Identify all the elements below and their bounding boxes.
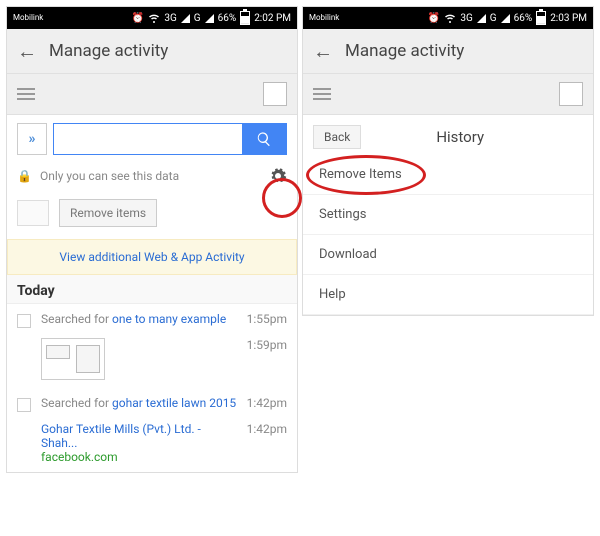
item-time: 1:55pm bbox=[247, 312, 287, 326]
carrier-label: Mobilink bbox=[13, 14, 43, 22]
toolbar bbox=[303, 74, 593, 115]
clock-time: 2:03 PM bbox=[550, 13, 587, 24]
app-bar: ← Manage activity bbox=[303, 29, 593, 74]
activity-item[interactable]: Searched for one to many example 1:55pm bbox=[7, 304, 297, 336]
signal-icon-2 bbox=[205, 14, 214, 23]
menu-item-download[interactable]: Download bbox=[303, 235, 593, 275]
privacy-row: 🔒 Only you can see this data bbox=[7, 163, 297, 193]
toolbar bbox=[7, 74, 297, 115]
promo-banner[interactable]: View additional Web & App Activity bbox=[7, 239, 297, 275]
status-bar: Mobilink ⏰ 3G G 66% 2:03 PM bbox=[303, 7, 593, 29]
lock-icon: 🔒 bbox=[17, 169, 32, 183]
select-all-checkbox[interactable] bbox=[17, 200, 49, 226]
search-box bbox=[53, 123, 287, 155]
section-today: Today bbox=[7, 275, 297, 304]
activity-item[interactable]: Searched for gohar textile lawn 2015 1:4… bbox=[7, 388, 297, 420]
search-row: » bbox=[7, 115, 297, 163]
battery-icon bbox=[240, 11, 250, 25]
signal-icon bbox=[181, 14, 190, 23]
activity-item[interactable]: 1:59pm bbox=[7, 336, 297, 388]
screenshot-left: Mobilink ⏰ 3G G 66% 2:02 PM ← Manage act… bbox=[6, 6, 298, 473]
item-time: 1:42pm bbox=[247, 422, 287, 436]
remove-items-button[interactable]: Remove items bbox=[59, 199, 157, 227]
alarm-icon: ⏰ bbox=[428, 13, 440, 24]
wifi-icon bbox=[148, 12, 160, 24]
back-arrow-icon[interactable]: ← bbox=[313, 39, 333, 64]
battery-percent: 66% bbox=[218, 13, 237, 24]
page-title: Manage activity bbox=[345, 41, 464, 61]
network-3g-label: 3G bbox=[164, 13, 176, 24]
item-body: Searched for one to many example bbox=[41, 312, 239, 326]
signal-icon bbox=[477, 14, 486, 23]
menu-back-button[interactable]: Back bbox=[313, 125, 361, 149]
network-g-label: G bbox=[490, 13, 497, 24]
item-time: 1:59pm bbox=[247, 338, 287, 352]
search-input[interactable] bbox=[54, 124, 242, 154]
item-time: 1:42pm bbox=[247, 396, 287, 410]
account-box[interactable] bbox=[559, 82, 583, 106]
page-title: Manage activity bbox=[49, 41, 168, 61]
promo-link[interactable]: View additional Web & App Activity bbox=[59, 250, 244, 264]
hamburger-icon[interactable] bbox=[313, 88, 331, 100]
privacy-text: Only you can see this data bbox=[40, 169, 269, 183]
menu-title: History bbox=[377, 128, 583, 146]
item-body: Searched for gohar textile lawn 2015 bbox=[41, 396, 239, 410]
menu-item-settings[interactable]: Settings bbox=[303, 195, 593, 235]
search-icon bbox=[256, 131, 272, 147]
bulk-actions-row: Remove items bbox=[7, 193, 297, 233]
signal-icon-2 bbox=[501, 14, 510, 23]
battery-icon bbox=[536, 11, 546, 25]
back-arrow-icon[interactable]: ← bbox=[17, 39, 37, 64]
item-checkbox[interactable] bbox=[17, 314, 31, 328]
menu-item-help[interactable]: Help bbox=[303, 275, 593, 315]
carrier-label: Mobilink bbox=[309, 14, 339, 22]
clock-time: 2:02 PM bbox=[254, 13, 291, 24]
status-bar: Mobilink ⏰ 3G G 66% 2:02 PM bbox=[7, 7, 297, 29]
item-checkbox[interactable] bbox=[17, 398, 31, 412]
search-query-link[interactable]: gohar textile lawn 2015 bbox=[112, 396, 236, 410]
network-g-label: G bbox=[194, 13, 201, 24]
network-3g-label: 3G bbox=[460, 13, 472, 24]
screenshot-right: Mobilink ⏰ 3G G 66% 2:03 PM ← Manage act… bbox=[302, 6, 594, 316]
result-thumbnail[interactable] bbox=[41, 338, 105, 380]
expand-chevron-icon[interactable]: » bbox=[17, 123, 47, 155]
activity-item[interactable]: Gohar Textile Mills (Pvt.) Ltd. - Shah..… bbox=[7, 420, 297, 472]
result-site[interactable]: facebook.com bbox=[41, 450, 239, 464]
search-button[interactable] bbox=[242, 124, 286, 154]
battery-percent: 66% bbox=[514, 13, 533, 24]
menu-header: Back History bbox=[303, 115, 593, 155]
menu-item-remove-items[interactable]: Remove Items bbox=[303, 155, 593, 195]
account-box[interactable] bbox=[263, 82, 287, 106]
gear-icon[interactable] bbox=[269, 167, 287, 185]
wifi-icon bbox=[444, 12, 456, 24]
search-query-link[interactable]: one to many example bbox=[112, 312, 226, 326]
alarm-icon: ⏰ bbox=[132, 13, 144, 24]
result-title-link[interactable]: Gohar Textile Mills (Pvt.) Ltd. - Shah..… bbox=[41, 422, 239, 450]
item-body: Gohar Textile Mills (Pvt.) Ltd. - Shah..… bbox=[41, 422, 239, 464]
app-bar: ← Manage activity bbox=[7, 29, 297, 74]
hamburger-icon[interactable] bbox=[17, 88, 35, 100]
